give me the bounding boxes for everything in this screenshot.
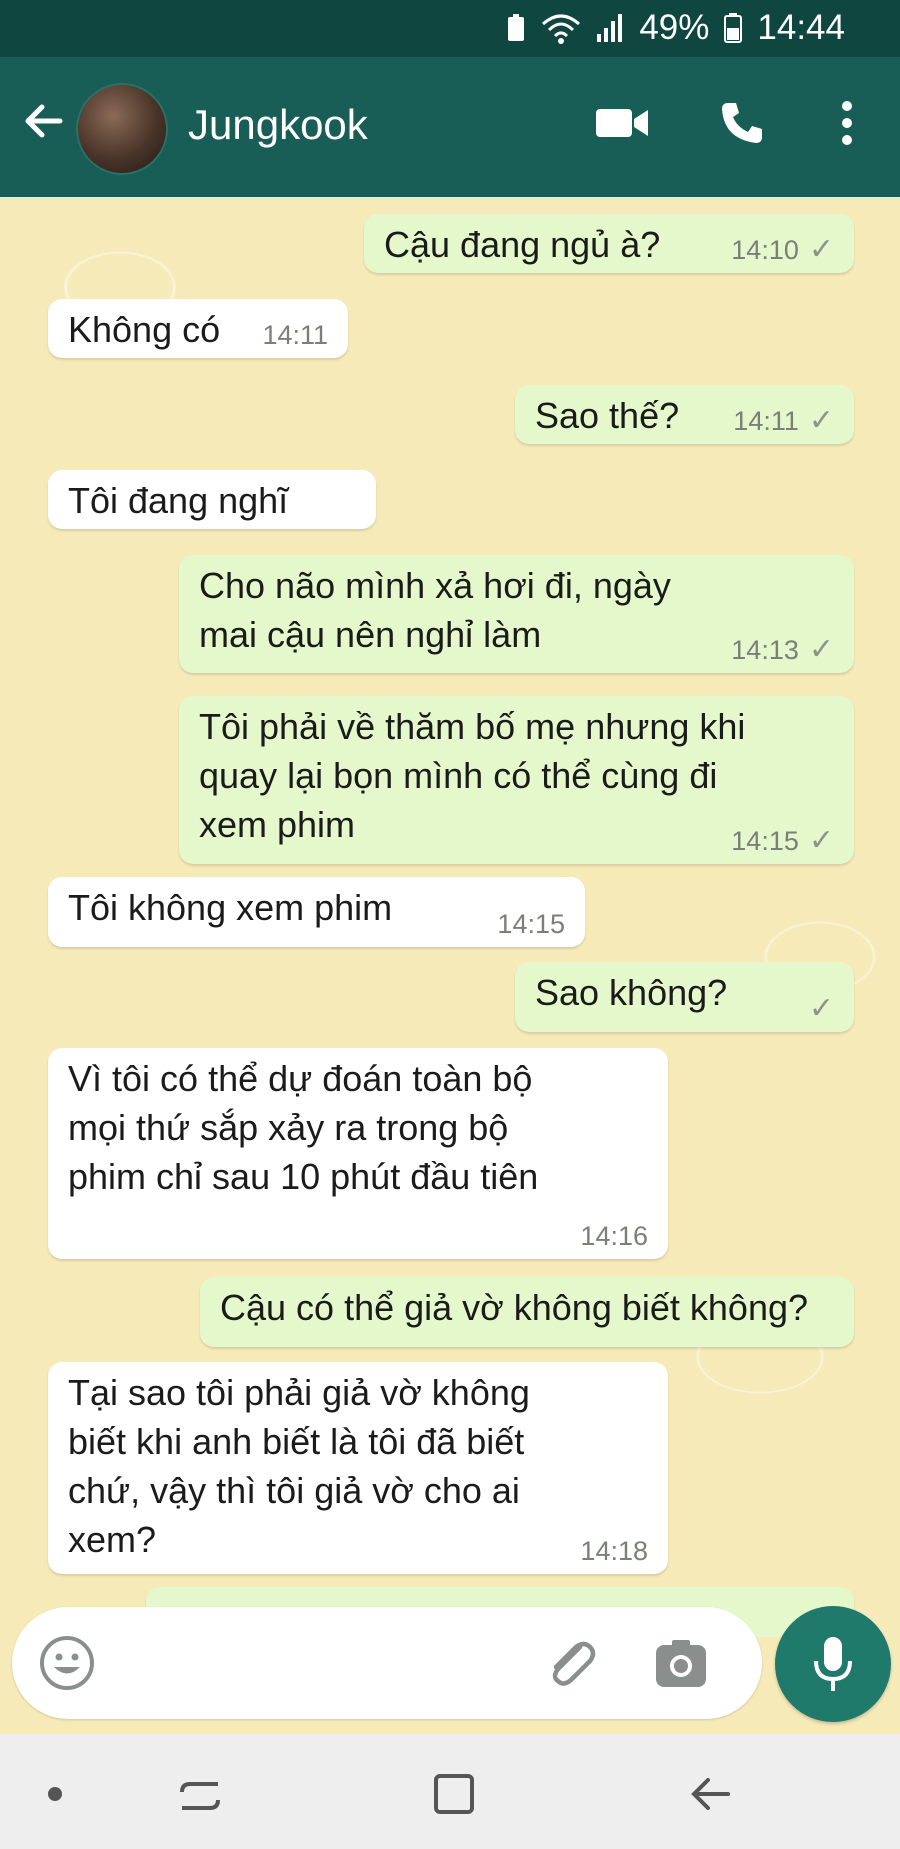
status-bar: 49% 14:44 (0, 0, 900, 57)
message-text: Sao không? (535, 972, 728, 1013)
message-incoming[interactable]: Tôi đang nghĩ (48, 470, 376, 529)
message-time: 14:10 (731, 235, 799, 265)
sent-check-icon: ✓ (808, 992, 834, 1025)
message-time: 14:11 (262, 320, 328, 350)
recent-apps-icon (180, 1782, 220, 1810)
home-square-icon (434, 1774, 474, 1814)
voice-call-button[interactable] (710, 91, 774, 155)
dot-icon (48, 1787, 62, 1801)
message-time: 14:15 (497, 909, 565, 939)
message-list[interactable]: Cậu đang ngủ à? 14:10 ✓ Không có 14:11 Sa… (0, 197, 900, 1637)
chat-header: Jungkook (0, 57, 900, 197)
message-incoming[interactable]: Không có 14:11 (48, 299, 348, 358)
message-text: Tại sao tôi phải giả vờ không biết khi a… (68, 1372, 530, 1560)
message-outgoing[interactable]: Cậu có thể giả vờ không biết không? (200, 1277, 854, 1347)
message-time: 14:11 (733, 406, 799, 436)
video-call-icon (596, 109, 648, 137)
microphone-icon (814, 1637, 852, 1691)
message-text: Cậu có thể giả vờ không biết không? (220, 1287, 809, 1328)
message-outgoing[interactable]: Sao không? ✓ (515, 962, 854, 1032)
battery-icon (724, 13, 743, 43)
paperclip-icon (552, 1641, 596, 1686)
battery-percent: 49% (639, 8, 710, 47)
sent-check-icon: ✓ (808, 633, 834, 666)
contact-name[interactable]: Jungkook (188, 101, 368, 149)
message-text: Cậu đang ngủ à? (384, 224, 661, 265)
more-vert-icon (842, 101, 852, 145)
emoji-icon (40, 1636, 94, 1690)
nav-dot-button[interactable] (25, 1764, 85, 1824)
message-text: Cho não mình xả hơi đi, ngày mai cậu nên… (199, 565, 671, 655)
message-time: 14:15 (731, 826, 799, 856)
message-outgoing[interactable]: Cho não mình xả hơi đi, ngày mai cậu nên… (179, 555, 854, 673)
camera-button[interactable] (652, 1635, 710, 1693)
arrow-left-icon (25, 104, 63, 138)
clock: 14:44 (757, 8, 845, 47)
message-outgoing[interactable]: Cậu đang ngủ à? 14:10 ✓ (364, 214, 854, 273)
nav-back-icon (691, 1778, 730, 1810)
message-time: 14:13 (731, 635, 799, 665)
home-button[interactable] (424, 1764, 484, 1824)
message-outgoing[interactable]: Tôi phải về thăm bố mẹ nhưng khi quay lạ… (179, 696, 854, 864)
back-button[interactable] (20, 97, 68, 145)
attach-button[interactable] (540, 1633, 600, 1693)
battery-saver-icon (508, 14, 525, 41)
message-text: Tôi đang nghĩ (68, 480, 289, 521)
message-time: 14:18 (580, 1536, 648, 1566)
system-nav-bar (0, 1734, 900, 1849)
message-text: Sao thế? (535, 395, 680, 436)
avatar[interactable] (76, 83, 168, 175)
video-call-button[interactable] (590, 91, 654, 155)
message-text: Vì tôi có thể dự đoán toàn bộ mọi thứ sắ… (68, 1058, 539, 1197)
message-outgoing[interactable]: Sao thế? 14:11 ✓ (515, 385, 854, 444)
message-time: 14:16 (580, 1221, 648, 1251)
sent-check-icon: ✓ (808, 824, 834, 857)
camera-icon (656, 1640, 706, 1687)
sent-check-icon: ✓ (808, 404, 834, 437)
more-options-button[interactable] (815, 91, 879, 155)
emoji-button[interactable] (38, 1634, 96, 1692)
message-text: Không có (68, 309, 221, 350)
message-incoming[interactable]: Tôi không xem phim 14:15 (48, 877, 585, 947)
message-text: Tôi phải về thăm bố mẹ nhưng khi quay lạ… (199, 706, 746, 845)
signal-icon (597, 14, 623, 42)
message-text: Tôi không xem phim (68, 887, 393, 928)
wifi-icon (542, 14, 581, 44)
message-composer[interactable] (12, 1607, 762, 1719)
message-incoming[interactable]: Vì tôi có thể dự đoán toàn bộ mọi thứ sắ… (48, 1048, 668, 1259)
voice-record-button[interactable] (775, 1606, 891, 1722)
nav-back-button[interactable] (680, 1764, 740, 1824)
sent-check-icon: ✓ (808, 233, 834, 266)
phone-icon (722, 103, 762, 143)
message-incoming[interactable]: Tại sao tôi phải giả vờ không biết khi a… (48, 1362, 668, 1574)
recent-apps-button[interactable] (170, 1764, 230, 1824)
